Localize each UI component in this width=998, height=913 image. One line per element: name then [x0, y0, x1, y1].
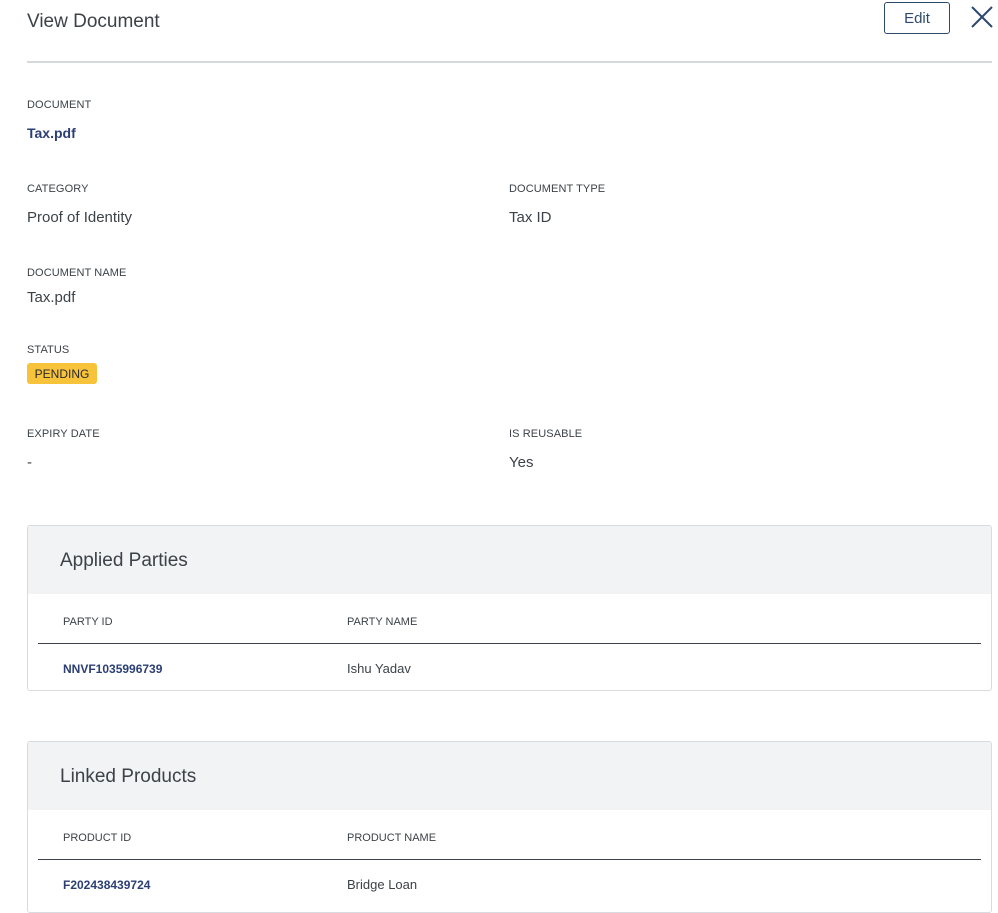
product-id-link[interactable]: F202438439724 [63, 878, 150, 892]
linked-products-header: Linked Products [28, 742, 991, 810]
expiry-date-value: - [27, 454, 32, 471]
page-header: View Document Edit [27, 0, 995, 63]
applied-parties-panel: Applied Parties PARTY ID PARTY NAME NNVF… [27, 525, 992, 691]
expiry-date-label: EXPIRY DATE [27, 428, 100, 440]
status-badge: PENDING [27, 363, 97, 384]
party-id-link[interactable]: NNVF1035996739 [63, 662, 162, 676]
close-button[interactable] [969, 4, 995, 30]
document-type-value: Tax ID [509, 209, 552, 226]
linked-products-title: Linked Products [60, 766, 197, 787]
document-link[interactable]: Tax.pdf [27, 125, 76, 141]
table-header-divider [38, 859, 981, 860]
category-value: Proof of Identity [27, 209, 133, 226]
product-name-column-header: PRODUCT NAME [347, 832, 437, 844]
party-id-column-header: PARTY ID [63, 616, 113, 628]
is-reusable-label: IS REUSABLE [509, 428, 583, 440]
product-name-cell: Bridge Loan [347, 877, 418, 892]
document-name-value: Tax.pdf [27, 289, 76, 306]
status-label: STATUS [27, 344, 70, 356]
linked-products-panel: Linked Products PRODUCT ID PRODUCT NAME … [27, 741, 992, 913]
edit-button[interactable]: Edit [884, 2, 950, 34]
document-label: DOCUMENT [27, 99, 92, 111]
applied-parties-title: Applied Parties [60, 550, 188, 571]
table-header-divider [38, 643, 981, 644]
product-id-column-header: PRODUCT ID [63, 832, 132, 844]
is-reusable-value: Yes [509, 454, 534, 471]
party-name-column-header: PARTY NAME [347, 616, 418, 628]
close-icon [971, 6, 993, 28]
page-title: View Document [27, 11, 160, 32]
document-type-label: DOCUMENT TYPE [509, 183, 606, 195]
applied-parties-header: Applied Parties [28, 526, 991, 594]
category-label: CATEGORY [27, 183, 89, 195]
party-name-cell: Ishu Yadav [347, 661, 411, 676]
document-name-label: DOCUMENT NAME [27, 267, 127, 279]
